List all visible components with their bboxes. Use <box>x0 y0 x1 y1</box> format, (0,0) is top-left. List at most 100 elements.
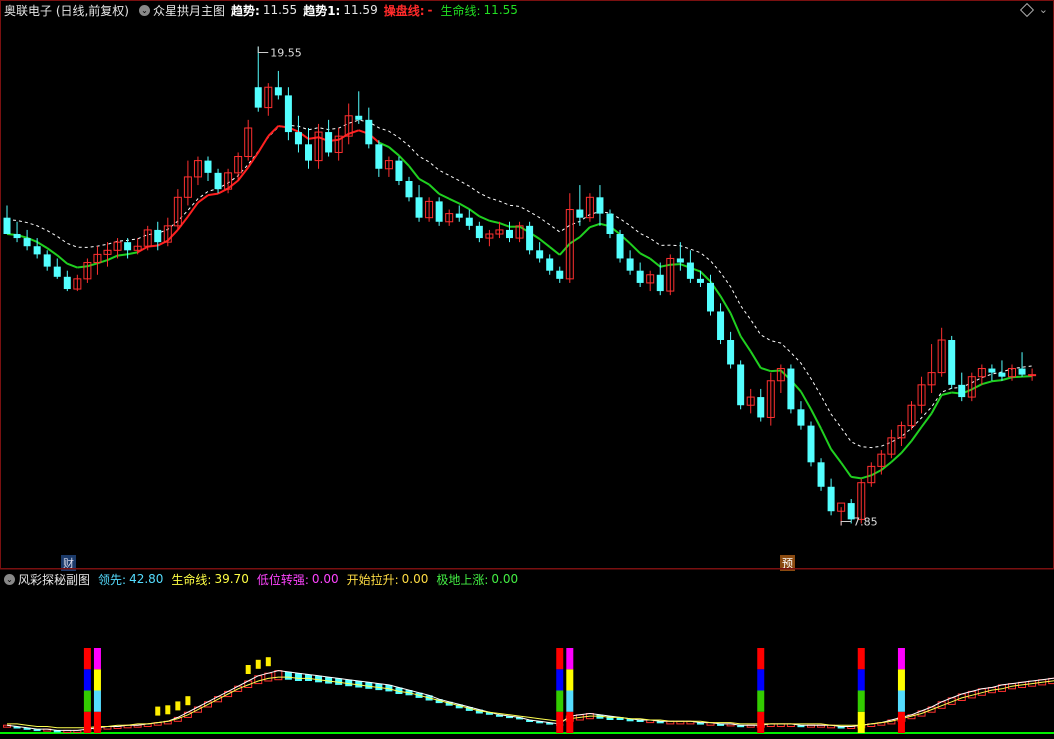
lead-bar-up <box>264 672 273 682</box>
candle-body-down <box>576 209 584 218</box>
min-price-pointer <box>840 521 852 526</box>
candle-body-down <box>124 242 132 251</box>
signal-bar-segment <box>857 711 865 733</box>
signal-bar-segment <box>556 711 564 733</box>
candle-body-down <box>817 462 825 487</box>
life-line-segment <box>971 383 983 391</box>
candle-body-down <box>948 340 956 385</box>
candle-body-down <box>797 409 805 426</box>
life-line-segment <box>257 135 270 153</box>
signal-bar-segment <box>897 669 905 691</box>
life-line-segment <box>66 262 78 269</box>
candle-body-down <box>737 364 745 406</box>
life-line-segment <box>46 247 58 257</box>
life-line-segment <box>478 215 490 222</box>
signal-bar-segment <box>566 669 574 691</box>
candle-body-down <box>827 486 835 512</box>
trend-line <box>6 119 1033 449</box>
candle-body-down <box>214 172 222 190</box>
candle-body-up <box>1028 374 1037 377</box>
candle-body-down <box>656 274 664 292</box>
life-line-segment <box>649 257 661 268</box>
signal-bar-segment <box>897 711 905 733</box>
life-line-segment <box>981 380 993 386</box>
life-line-segment <box>308 136 319 140</box>
candle-body-down <box>686 262 694 279</box>
candle-body-down <box>787 368 795 410</box>
min-price-label: 7.85 <box>853 516 878 529</box>
signal-bar-segment <box>83 711 91 733</box>
candle-body-down <box>757 397 765 418</box>
candle-body-down <box>23 238 31 247</box>
candle-body-down <box>294 132 302 145</box>
signal-bar-segment <box>566 648 574 670</box>
candle-body-down <box>63 276 71 290</box>
life-line-segment <box>760 367 772 373</box>
life-line-segment <box>670 263 681 266</box>
yellow-flag <box>185 696 191 706</box>
life-line-segment <box>197 194 209 204</box>
life-line-segment <box>900 440 913 454</box>
life-line-segment <box>629 242 641 255</box>
candle-body-down <box>415 197 423 218</box>
candle-body-down <box>3 217 11 234</box>
candle-body-down <box>958 384 966 398</box>
signal-bar-segment <box>93 711 101 733</box>
candle-body-down <box>506 229 513 239</box>
signal-bar-segment <box>556 690 564 712</box>
life-line-segment <box>660 263 671 268</box>
signal-bar-segment <box>857 648 865 670</box>
candle-body-down <box>365 119 373 145</box>
candle-body-down <box>556 270 564 279</box>
signal-bar-segment <box>897 648 905 670</box>
signal-bar-segment <box>757 690 765 712</box>
candle-body-down <box>707 282 714 312</box>
life-line-segment <box>137 245 149 254</box>
life-line-segment <box>739 335 752 353</box>
yellow-flag <box>165 705 171 715</box>
candle-body-down <box>998 372 1006 377</box>
candle-body-down <box>475 225 483 239</box>
life-line-segment <box>348 129 360 135</box>
yellow-flag <box>265 657 271 667</box>
candle-body-down <box>435 201 443 222</box>
candle-body-down <box>154 229 162 243</box>
life-line-segment <box>539 238 551 248</box>
signal-bar-segment <box>83 648 91 670</box>
main-chart-border <box>0 0 1054 569</box>
life-line-segment <box>820 428 832 450</box>
life-line-segment <box>56 254 68 265</box>
life-line-segment <box>910 426 923 442</box>
candle-body-down <box>696 278 704 283</box>
stock-chart[interactable]: 19.55 7.85 <box>0 0 1054 739</box>
life-line-segment <box>267 125 280 137</box>
signal-bar-segment <box>857 669 865 691</box>
life-line-segment <box>448 197 460 205</box>
candle-body-down <box>395 160 403 181</box>
yellow-flag <box>245 665 251 674</box>
signal-bar-segment <box>757 711 765 733</box>
candle-body-down <box>53 266 61 277</box>
candle-body-down <box>355 115 363 120</box>
life-line-segment <box>920 412 933 428</box>
candle-body-down <box>305 144 312 161</box>
max-price-label: 19.55 <box>270 46 302 59</box>
life-line-segment <box>800 391 812 410</box>
life-line-segment <box>719 295 732 314</box>
life-line-segment <box>589 222 601 229</box>
candle-body-down <box>636 270 644 283</box>
life-line-segment <box>860 474 872 480</box>
life-line-segment <box>830 448 842 464</box>
candle-body-down <box>526 225 534 251</box>
candle-body-down <box>43 254 51 267</box>
candle-body-down <box>606 213 614 234</box>
lead-bar-down <box>305 674 312 681</box>
life-line-segment <box>991 379 1003 383</box>
life-line-segment <box>1001 376 1013 382</box>
candle-body-down <box>626 258 634 271</box>
life-line-segment <box>870 469 882 477</box>
life-line-segment <box>237 166 249 182</box>
life-line-segment <box>428 183 440 195</box>
life-line-segment <box>579 226 591 238</box>
lead-bar-down <box>294 673 302 681</box>
